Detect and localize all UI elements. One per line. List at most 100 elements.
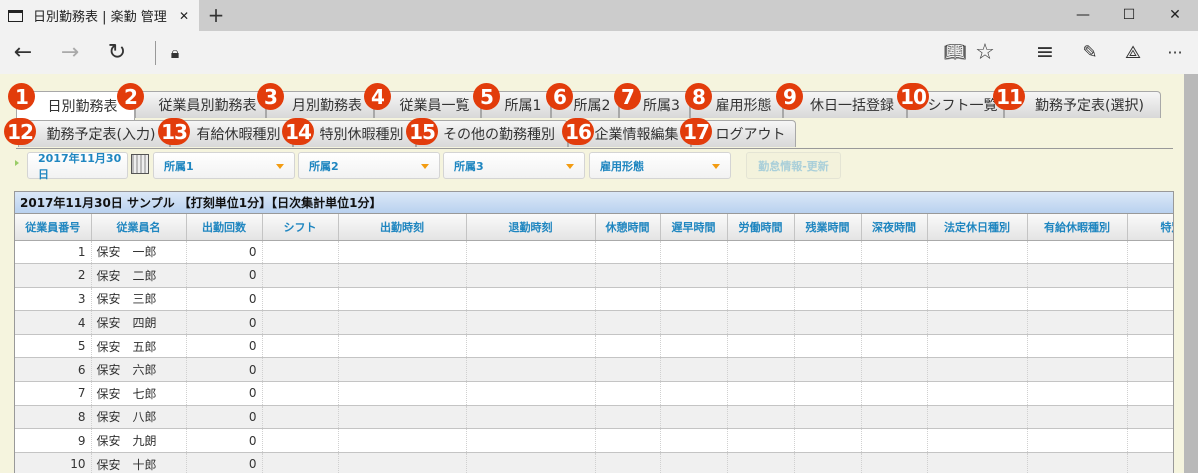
calendar-icon[interactable] [131,154,149,174]
table-cell: 保安 九朗 [91,428,187,453]
tab-schedule-select[interactable]: 勤務予定表(選択) [1004,91,1161,118]
column-header[interactable]: 労働時間 [727,214,795,241]
tab-page-icon [8,9,23,22]
table-row[interactable]: 7 保安 七郎 0 [15,381,1173,406]
tab-label: 従業員別勤務表 [158,98,257,114]
table-cell [466,357,596,383]
annotation-badge: 16 [562,118,594,145]
dept2-select[interactable]: 所属2 [298,152,440,179]
column-header[interactable]: 従業員番号 [15,214,92,241]
table-cell [861,334,928,359]
hub-icon[interactable]: ≡ [1030,31,1060,74]
table-cell [660,381,728,406]
divider [155,41,156,65]
column-header[interactable]: 出勤時刻 [338,214,467,241]
annotation-badge: 8 [685,83,712,110]
table-row[interactable]: 2 保安 二郎 0 [15,263,1173,288]
table-row[interactable]: 10 保安 十郎 0 [15,452,1173,473]
vertical-scrollbar[interactable] [1184,74,1198,473]
table-cell: 0 [186,334,263,359]
dept3-select[interactable]: 所属3 [443,152,585,179]
column-header[interactable]: 深夜時間 [861,214,928,241]
table-row[interactable]: 3 保安 三郎 0 [15,287,1173,312]
favorite-star-icon[interactable]: ☆ [970,31,1000,74]
column-header[interactable]: 有給休暇種別 [1027,214,1128,241]
column-header[interactable]: 休憩時間 [595,214,661,241]
table-row[interactable]: 6 保安 六郎 0 [15,357,1173,383]
dept1-select[interactable]: 所属1 [153,152,295,179]
table-cell [727,428,795,453]
annotation-badge: 7 [614,83,641,110]
share-icon[interactable]: ⟁ [1118,31,1148,74]
web-note-icon[interactable]: ✎ [1075,31,1105,74]
table-cell [927,405,1028,430]
column-header[interactable]: 退勤時刻 [466,214,596,241]
table-cell [338,357,467,383]
select-value: 雇用形態 [600,159,644,173]
table-cell [595,452,661,473]
table-cell [1027,428,1128,453]
table-row[interactable]: 5 保安 五郎 0 [15,334,1173,359]
table-cell [794,334,862,359]
tab-other-work-types[interactable]: その他の勤務種別 [416,120,568,147]
forward-icon[interactable]: → [55,31,85,74]
column-header[interactable]: 法定休日種別 [927,214,1028,241]
update-attendance-button[interactable]: 勤怠情報-更新 [746,152,841,179]
table-cell [1027,357,1128,383]
table-cell [1127,405,1173,430]
column-header[interactable]: 残業時間 [794,214,862,241]
browser-tab[interactable]: 日別勤務表 | 楽勤 管理 ✕ [0,0,199,31]
date-field[interactable]: 2017年11月30日 [27,152,128,181]
table-cell: 7 [15,381,92,406]
more-icon[interactable]: ··· [1160,31,1190,74]
tab-schedule-input[interactable]: 勤務予定表(入力) [18,120,170,147]
table-cell [727,452,795,473]
table-row[interactable]: 1 保安 一郎 0 [15,240,1173,265]
table-cell [262,405,339,430]
column-header[interactable]: 特別休 [1127,214,1173,241]
table-cell [727,263,795,288]
column-header[interactable]: 遅早時間 [660,214,728,241]
table-cell [1127,428,1173,453]
tab-label: 所属1 [504,98,542,114]
table-cell [262,381,339,406]
employment-type-select[interactable]: 雇用形態 [589,152,731,179]
annotation-badge: 1 [8,83,35,110]
table-cell [595,357,661,383]
column-header[interactable]: シフト [262,214,339,241]
table-cell [595,287,661,312]
close-window-button[interactable]: ✕ [1152,0,1198,31]
column-header[interactable]: 出勤回数 [186,214,263,241]
refresh-icon[interactable]: ↻ [102,31,132,74]
tab-close-icon[interactable]: ✕ [179,9,189,23]
table-cell [595,334,661,359]
table-cell [794,263,862,288]
table-cell [262,357,339,383]
table-row[interactable]: 9 保安 九朗 0 [15,428,1173,453]
column-header[interactable]: 従業員名 [91,214,187,241]
table-cell [861,452,928,473]
chevron-down-icon [421,164,429,169]
table-cell [727,357,795,383]
table-cell [861,240,928,265]
table-cell: 保安 六郎 [91,357,187,383]
tab-label: 日別勤務表 [47,99,118,115]
table-cell [466,287,596,312]
table-cell [262,334,339,359]
new-tab-button[interactable]: + [199,0,233,31]
reading-view-icon[interactable]: 📖︎ [940,31,970,74]
table-cell [466,240,596,265]
table-cell [660,287,728,312]
select-value: 所属1 [164,159,194,173]
table-cell [338,452,467,473]
minimize-button[interactable]: — [1060,0,1106,31]
table-row[interactable]: 8 保安 八郎 0 [15,405,1173,430]
table-cell [927,357,1028,383]
tab-employee-report[interactable]: 従業員別勤務表 [135,91,266,118]
table-cell [338,287,467,312]
table-cell [660,240,728,265]
back-icon[interactable]: ← [8,31,38,74]
maximize-button[interactable]: ☐ [1106,0,1152,31]
table-row[interactable]: 4 保安 四朗 0 [15,310,1173,335]
table-cell: 1 [15,240,92,265]
